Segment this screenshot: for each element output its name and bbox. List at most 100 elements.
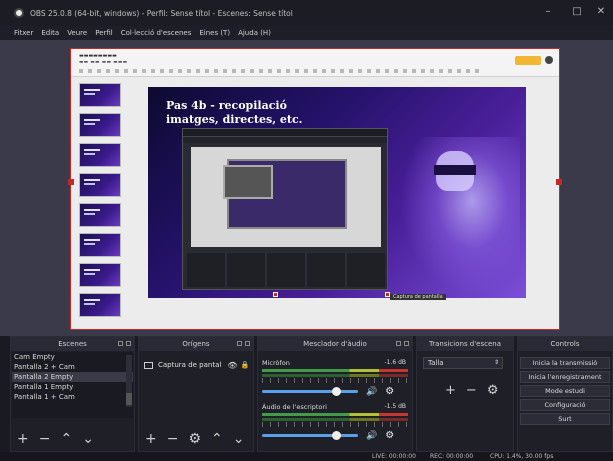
close-dock-icon[interactable] <box>245 341 250 346</box>
menu-file[interactable]: Fitxer <box>14 29 33 37</box>
source-name: Captura de pantal <box>158 361 222 369</box>
volume-slider-knob[interactable] <box>332 387 342 396</box>
move-down-button[interactable]: ⌄ <box>82 431 94 447</box>
slide-thumbnail <box>79 233 121 257</box>
sources-title: Orígens <box>182 340 210 348</box>
minimize-button[interactable]: – <box>541 6 555 17</box>
captured-share-button <box>515 56 541 65</box>
transitions-title: Transicions d'escena <box>428 340 502 348</box>
add-scene-button[interactable]: + <box>17 431 29 447</box>
start-streaming-button[interactable]: Inicia la transmissió <box>520 357 610 369</box>
channel-db: -1.5 dB <box>384 403 406 410</box>
source-properties-gear-icon[interactable]: ⚙ <box>188 431 201 447</box>
menu-bar: Fitxer Edita Veure Perfil Col·lecció d'e… <box>0 26 613 40</box>
scene-item[interactable]: Pantalla 2 + Cam <box>12 362 133 372</box>
remove-source-button[interactable]: − <box>167 431 179 447</box>
menu-view[interactable]: Veure <box>67 29 87 37</box>
dock-area: Escenes Cam Empty Pantalla 2 + Cam Panta… <box>0 336 613 461</box>
move-up-button[interactable]: ⌃ <box>60 431 72 447</box>
source-resize-handle[interactable] <box>273 292 278 297</box>
add-transition-button[interactable]: + <box>445 383 456 398</box>
visibility-eye-icon[interactable]: 👁 <box>227 361 237 370</box>
statue-visor-image <box>434 165 476 175</box>
studio-mode-button[interactable]: Mode estudi <box>520 385 610 397</box>
controls-dock: Controls Inicia la transmissió Inicia l'… <box>517 336 613 452</box>
slide-thumbnail <box>79 173 121 197</box>
settings-button[interactable]: Configuració <box>520 399 610 411</box>
status-bar: LIVE: 00:00:00 REC: 00:00:00 CPU: 1.4%, … <box>0 452 613 461</box>
start-recording-button[interactable]: Inicia l'enregistrament <box>520 371 610 383</box>
controls-title: Controls <box>550 340 580 348</box>
obs-logo-icon <box>14 8 24 18</box>
slide-thumbnail <box>79 203 121 227</box>
captured-menu-line: ▬▬ ▬▬ ▬▬ ▬▬▬ <box>79 60 128 65</box>
scrollbar-thumb[interactable] <box>126 393 132 405</box>
scene-item-selected[interactable]: Pantalla 2 Empty <box>12 372 133 382</box>
scene-item[interactable]: Pantalla 1 + Cam <box>12 392 133 402</box>
nested-title-bar <box>183 129 387 137</box>
menu-scene-collection[interactable]: Col·lecció d'escenes <box>121 29 192 37</box>
source-item[interactable]: Captura de pantal 👁 🔒 <box>140 359 252 371</box>
nested-menu-bar <box>183 137 387 143</box>
remove-transition-button[interactable]: − <box>466 383 477 398</box>
gear-icon[interactable]: ⚙ <box>385 430 394 441</box>
maximize-button[interactable]: □ <box>570 6 584 17</box>
title-bar: OBS 25.0.8 (64-bit, windows) - Perfil: S… <box>0 0 613 26</box>
level-meter <box>262 418 408 421</box>
remove-scene-button[interactable]: − <box>39 431 51 447</box>
volume-slider-knob[interactable] <box>332 431 342 440</box>
speaker-icon[interactable]: 🔊 <box>366 387 377 397</box>
nested-obs-window <box>182 128 388 290</box>
sources-header: Orígens <box>139 337 253 351</box>
slide-title: Pas 4b - recopilació imatges, directes, … <box>166 99 303 126</box>
selected-source-tag: Captura de pantalla <box>390 294 446 300</box>
controls-header: Controls <box>518 337 612 351</box>
volume-slider[interactable] <box>262 387 358 396</box>
preview-edge-marker <box>68 179 74 185</box>
slide-thumbnail <box>79 83 121 107</box>
scenes-title: Escenes <box>58 340 87 348</box>
close-dock-icon[interactable] <box>126 341 131 346</box>
nested-preview <box>191 147 381 247</box>
level-meter <box>262 374 408 377</box>
float-icon[interactable] <box>396 341 401 346</box>
transitions-dock: Transicions d'escena Talla ⇕ + − ⚙ <box>416 336 514 452</box>
meter-ticks <box>262 422 408 427</box>
transition-gear-icon[interactable]: ⚙ <box>487 383 499 398</box>
mixer-channel-desktop: Àudio de l'escriptori -1.5 dB 🔊 ⚙ <box>262 403 408 441</box>
live-timer: LIVE: 00:00:00 <box>372 453 416 460</box>
menu-edit[interactable]: Edita <box>41 29 59 37</box>
lock-icon[interactable]: 🔒 <box>240 361 249 369</box>
scene-item[interactable]: Cam Empty <box>12 352 133 362</box>
close-button[interactable]: ✕ <box>594 6 608 17</box>
exit-button[interactable]: Surt <box>520 413 610 425</box>
mixer-header: Mesclador d'àudio <box>258 337 412 351</box>
speaker-icon[interactable]: 🔊 <box>366 431 377 441</box>
close-dock-icon[interactable] <box>404 341 409 346</box>
gear-icon[interactable]: ⚙ <box>385 386 394 397</box>
sources-dock: Orígens Captura de pantal 👁 🔒 + − ⚙ ⌃ ⌄ <box>138 336 254 452</box>
menu-tools[interactable]: Eines (T) <box>199 29 230 37</box>
mixer-title: Mesclador d'àudio <box>303 340 367 348</box>
slide-thumbnail <box>79 113 121 137</box>
slide-thumbnail <box>79 293 121 317</box>
move-up-button[interactable]: ⌃ <box>211 431 223 447</box>
transition-select[interactable]: Talla ⇕ <box>423 357 503 369</box>
float-icon[interactable] <box>118 341 123 346</box>
nested-inner-window <box>223 165 273 199</box>
add-source-button[interactable]: + <box>145 431 157 447</box>
scenes-list: Cam Empty Pantalla 2 + Cam Pantalla 2 Em… <box>12 352 133 418</box>
menu-help[interactable]: Ajuda (H) <box>238 29 271 37</box>
nested-docks <box>187 253 385 287</box>
menu-profile[interactable]: Perfil <box>95 29 113 37</box>
audio-mixer-dock: Mesclador d'àudio Micròfon -1.6 dB 🔊 ⚙ À… <box>257 336 413 452</box>
scene-item[interactable]: Pantalla 1 Empty <box>12 382 133 392</box>
cpu-fps-readout: CPU: 1.4%, 30.00 fps <box>490 453 554 460</box>
move-down-button[interactable]: ⌄ <box>233 431 245 447</box>
scenes-scrollbar[interactable] <box>126 355 132 407</box>
spinner-arrows-icon[interactable]: ⇕ <box>494 358 499 368</box>
float-icon[interactable] <box>237 341 242 346</box>
slide-thumbnail <box>79 263 121 287</box>
channel-db: -1.6 dB <box>384 359 406 366</box>
volume-slider[interactable] <box>262 431 358 440</box>
